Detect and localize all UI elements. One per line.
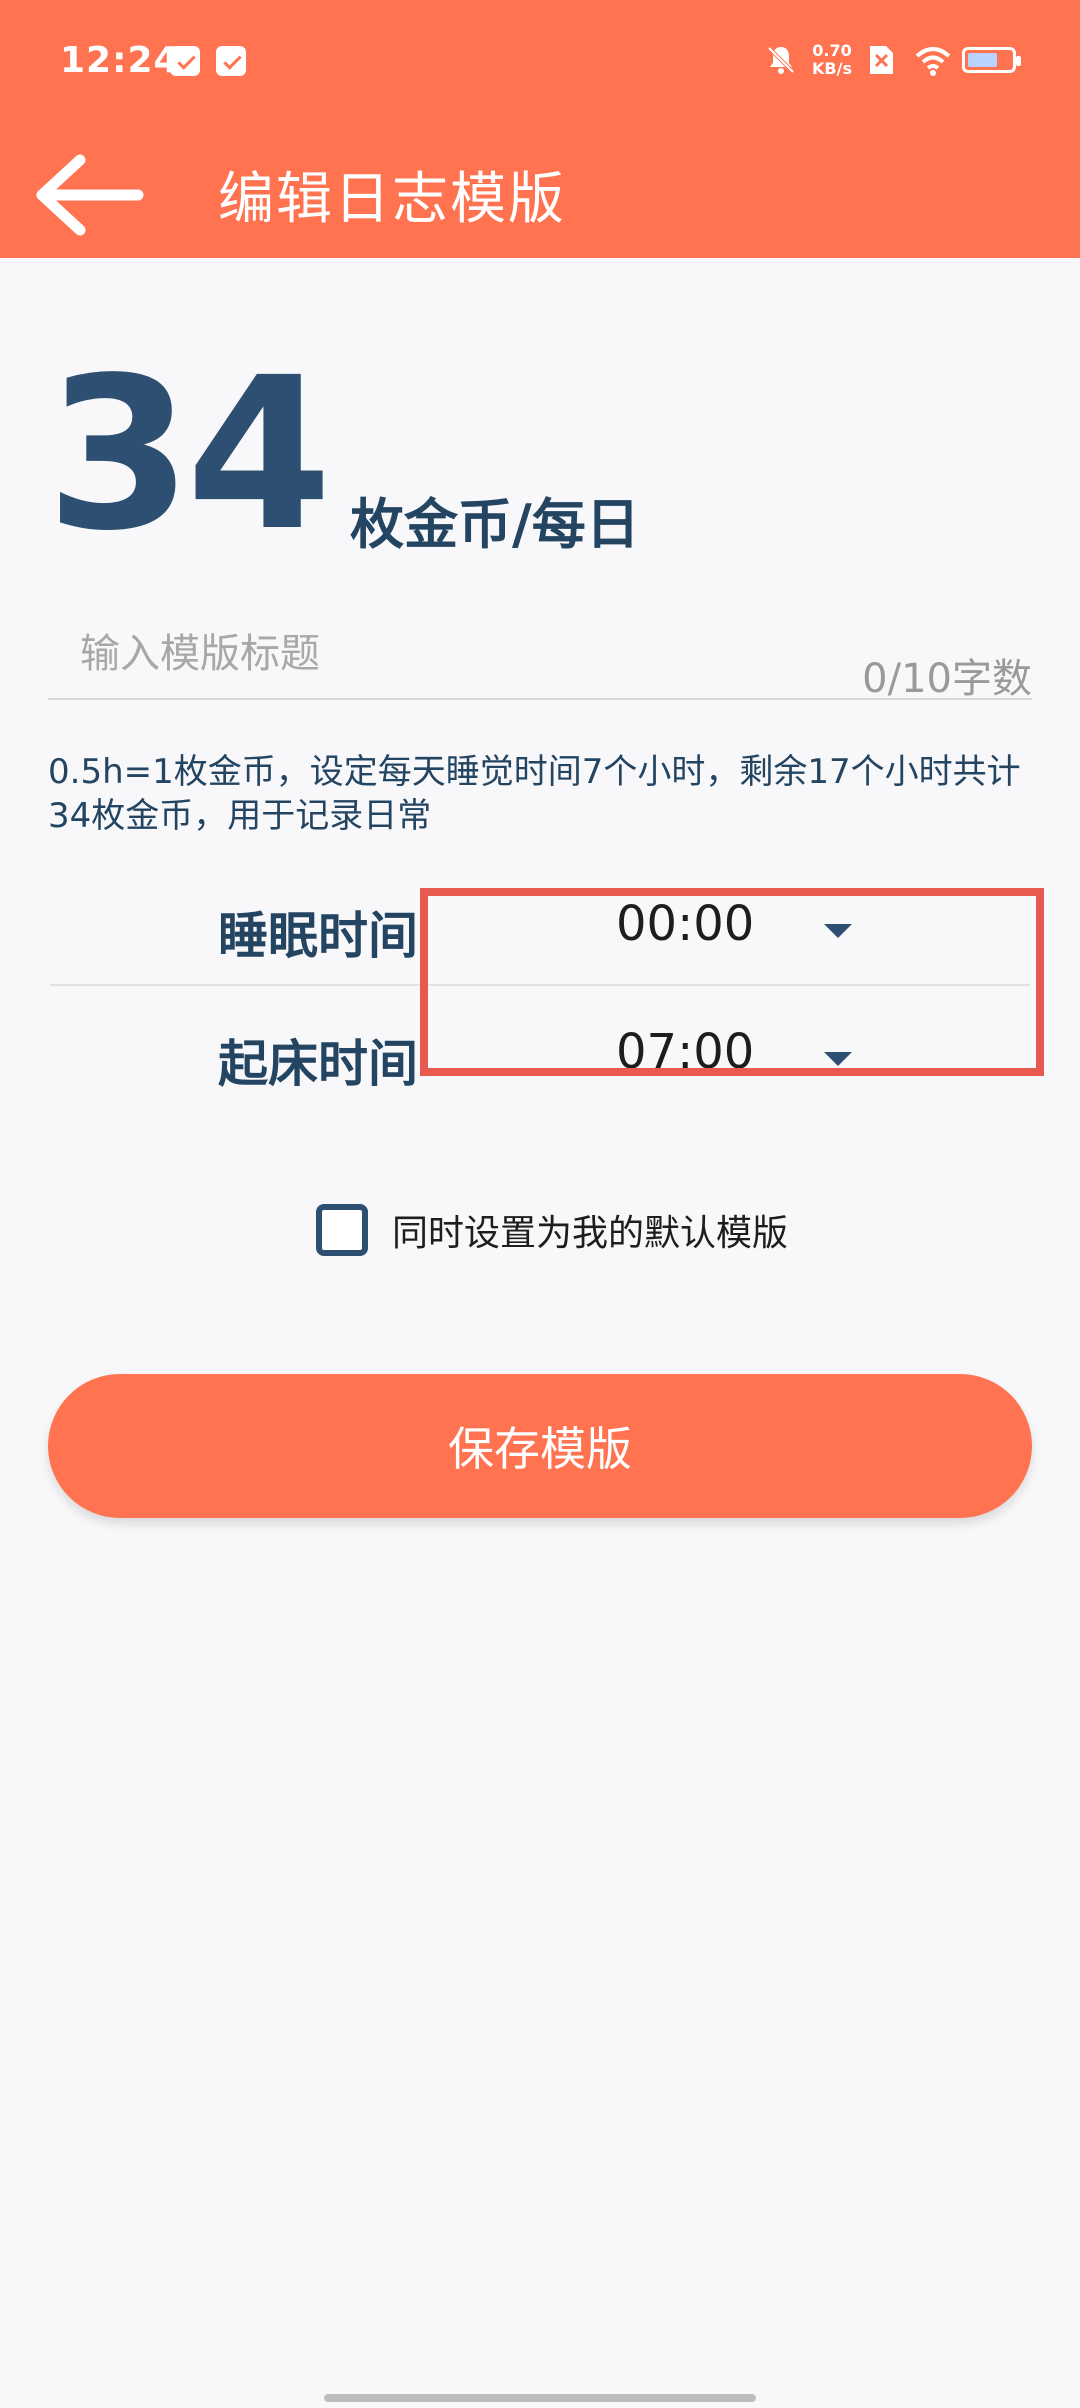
speed-value: 0.70 [812, 41, 852, 60]
message-icon [216, 46, 246, 76]
speed-unit: KB/s [812, 59, 852, 78]
back-button[interactable] [28, 150, 148, 240]
caret-down-icon [824, 924, 852, 938]
sleep-time-value: 00:00 [616, 896, 755, 952]
page-title: 编辑日志模版 [218, 167, 566, 232]
divider [50, 984, 1030, 986]
wake-time-row: 起床时间 07:00 [0, 988, 1080, 1108]
calendar-icon [170, 46, 200, 76]
arrow-left-icon [36, 154, 144, 236]
no-sim-icon [866, 43, 900, 77]
wake-time-label: 起床时间 [218, 1035, 418, 1093]
sleep-time-label: 睡眠时间 [218, 907, 418, 965]
sleep-time-dropdown[interactable]: 00:00 [430, 884, 990, 974]
status-time: 12:24 [60, 40, 180, 81]
status-icons: 0.70 KB/s [764, 40, 1021, 80]
battery-icon [962, 47, 1021, 73]
network-speed: 0.70 KB/s [812, 42, 852, 78]
header: 12:24 0.70 KB/s 编辑日志模版 [0, 0, 1080, 258]
coins-number: 34 [46, 332, 332, 577]
battery-level [968, 53, 997, 67]
sleep-time-row: 睡眠时间 00:00 [0, 860, 1080, 980]
title-input[interactable] [78, 618, 842, 690]
description-text: 0.5h=1枚金币，设定每天睡觉时间7个小时，剩余17个小时共计34枚金币，用于… [48, 752, 1021, 836]
title-input-container: 0/10字数 [48, 610, 1032, 702]
default-template-checkbox[interactable] [316, 1204, 368, 1256]
app-bar: 编辑日志模版 [0, 128, 1080, 258]
wake-time-value: 07:00 [616, 1024, 755, 1080]
wifi-icon [914, 43, 951, 77]
coins-unit: 枚金币/每日 [350, 493, 640, 556]
caret-down-icon [824, 1052, 852, 1066]
default-template-option[interactable]: 同时设置为我的默认模版 [316, 1200, 788, 1260]
bell-off-icon [764, 43, 798, 77]
wake-time-dropdown[interactable]: 07:00 [430, 1012, 990, 1102]
status-bar: 12:24 0.70 KB/s [0, 0, 1080, 128]
save-template-button[interactable]: 保存模版 [48, 1374, 1032, 1518]
home-indicator[interactable] [324, 2394, 756, 2402]
char-count: 0/10字数 [862, 656, 1032, 702]
default-template-label: 同时设置为我的默认模版 [392, 1213, 789, 1254]
